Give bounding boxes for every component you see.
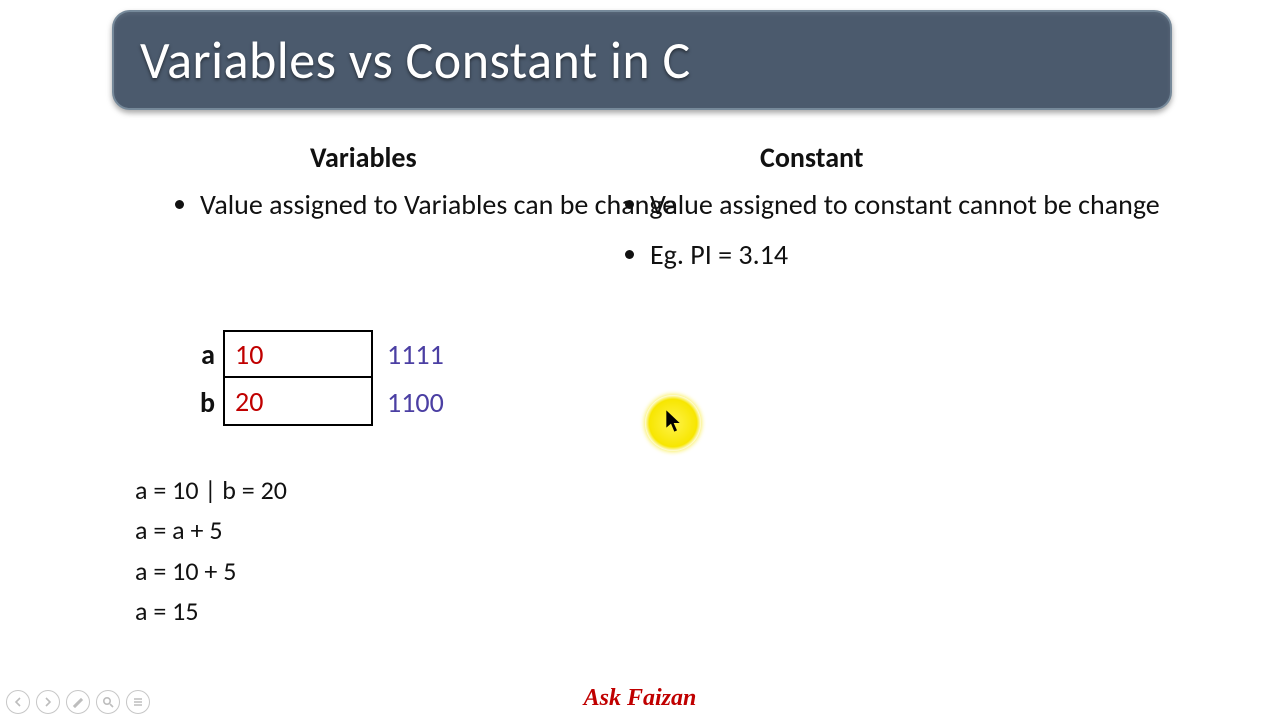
column-constant: Constant Value assigned to constant cann… bbox=[620, 140, 1180, 288]
prev-icon[interactable] bbox=[6, 690, 30, 714]
zoom-icon[interactable] bbox=[96, 690, 120, 714]
slide-title: Variables vs Constant in C bbox=[140, 28, 691, 92]
column-variables: Variables Value assigned to Variables ca… bbox=[170, 140, 690, 237]
pen-icon[interactable] bbox=[66, 690, 90, 714]
constant-heading: Constant bbox=[760, 140, 1180, 175]
list-item: Eg. PI = 3.14 bbox=[650, 237, 1180, 273]
var-label: b bbox=[175, 385, 223, 420]
table-row: a 10 1111 bbox=[175, 330, 444, 378]
var-value: 10 bbox=[223, 330, 373, 378]
constant-bullets: Value assigned to constant cannot be cha… bbox=[620, 187, 1180, 274]
slide: Variables vs Constant in C Variables Val… bbox=[0, 0, 1280, 720]
var-value: 20 bbox=[223, 378, 373, 426]
table-row: b 20 1100 bbox=[175, 378, 444, 426]
variables-bullets: Value assigned to Variables can be chang… bbox=[170, 187, 690, 223]
cursor-highlight bbox=[645, 395, 701, 451]
next-icon[interactable] bbox=[36, 690, 60, 714]
var-address: 1111 bbox=[387, 337, 444, 372]
cursor-icon bbox=[664, 409, 682, 438]
var-label: a bbox=[175, 337, 223, 372]
list-item: Value assigned to Variables can be chang… bbox=[200, 187, 690, 223]
code-example: a = 10 | b = 20 a = a + 5 a = 10 + 5 a =… bbox=[135, 470, 287, 631]
var-address: 1100 bbox=[387, 385, 444, 420]
title-bar: Variables vs Constant in C bbox=[112, 10, 1172, 110]
list-item: Value assigned to constant cannot be cha… bbox=[650, 187, 1180, 223]
variable-table: a 10 1111 b 20 1100 bbox=[175, 330, 444, 426]
presentation-toolbar bbox=[6, 690, 150, 714]
code-line: a = 15 bbox=[135, 591, 287, 631]
menu-icon[interactable] bbox=[126, 690, 150, 714]
code-line: a = 10 | b = 20 bbox=[135, 470, 287, 510]
code-line: a = a + 5 bbox=[135, 510, 287, 550]
footer-credit: Ask Faizan bbox=[0, 685, 1280, 712]
code-line: a = 10 + 5 bbox=[135, 551, 287, 591]
